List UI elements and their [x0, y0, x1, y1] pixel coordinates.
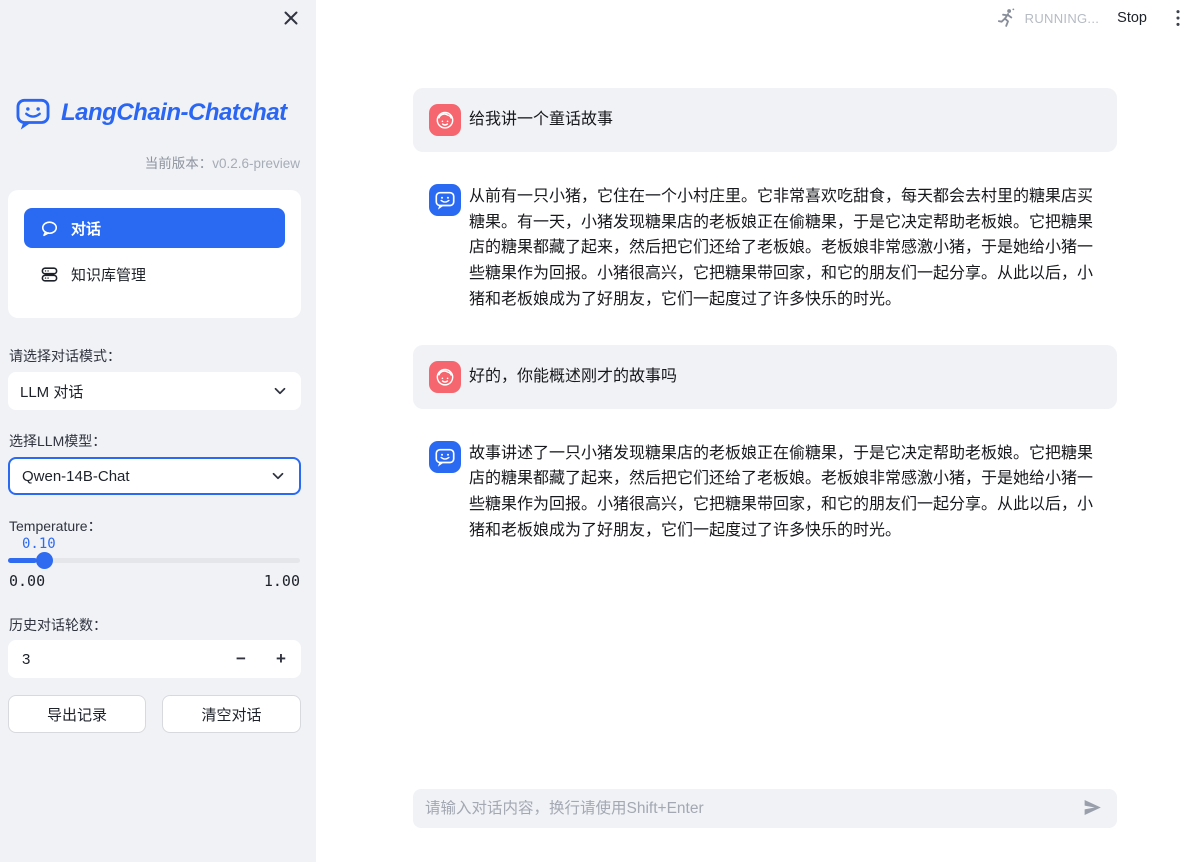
decrement-button[interactable]: − [221, 640, 261, 678]
dialog-mode-select[interactable]: LLM 对话 [8, 372, 301, 410]
app-window: LangChain-Chatchat 当前版本：v0.2.6-preview 对… [0, 0, 1199, 862]
chat-message-assistant: 故事讲述了一只小猪发现糖果店的老板娘正在偷糖果，于是它决定帮助老板娘。它把糖果店… [413, 441, 1117, 544]
app-logo: LangChain-Chatchat [14, 94, 287, 132]
version-label: 当前版本： [145, 156, 213, 171]
temperature-label: Temperature： [9, 516, 102, 536]
slider-range: 0.00 1.00 [9, 572, 300, 590]
temperature-value: 0.10 [22, 536, 56, 552]
chevron-down-icon [271, 382, 289, 400]
chat-bubble-icon [40, 219, 59, 238]
stop-button[interactable]: Stop [1117, 10, 1147, 26]
running-icon [995, 7, 1017, 29]
assistant-avatar [429, 184, 461, 216]
dialog-mode-value: LLM 对话 [20, 381, 83, 402]
chat-message-user: 好的，你能概述刚才的故事吗 [413, 345, 1117, 409]
send-icon [1082, 797, 1103, 818]
nav-item-dialogue[interactable]: 对话 [24, 208, 285, 248]
chat-area: 给我讲一个童话故事 从前有一只小猪，它住在一个小村庄里。它非常喜欢吃甜食，每天都… [413, 88, 1117, 575]
sidebar-close-button[interactable] [282, 9, 300, 27]
app-title: LangChain-Chatchat [61, 99, 287, 127]
slider-thumb[interactable] [36, 552, 53, 569]
history-rounds-value: 3 [22, 651, 30, 668]
chat-smiley-icon [434, 189, 456, 211]
face-icon [434, 366, 456, 388]
database-icon [40, 265, 59, 284]
assistant-avatar [429, 441, 461, 473]
status-text: RUNNING... [1025, 11, 1100, 26]
chat-input[interactable] [425, 800, 1079, 818]
chatchat-logo-icon [14, 94, 52, 132]
message-text: 故事讲述了一只小猪发现糖果店的老板娘正在偷糖果，于是它决定帮助老板娘。它把糖果店… [469, 441, 1101, 544]
export-records-button[interactable]: 导出记录 [8, 695, 146, 733]
send-button[interactable] [1079, 796, 1105, 822]
close-icon [282, 9, 300, 27]
version-info: 当前版本：v0.2.6-preview [145, 152, 300, 172]
user-avatar [429, 104, 461, 136]
chat-message-assistant: 从前有一只小猪，它住在一个小村庄里。它非常喜欢吃甜食，每天都会去村里的糖果店买糖… [413, 184, 1117, 313]
slider-max: 1.00 [264, 572, 300, 590]
nav-item-label: 知识库管理 [71, 264, 146, 285]
slider-fill [8, 558, 37, 563]
llm-model-label: 选择LLM模型： [9, 431, 106, 451]
history-rounds-input[interactable]: 3 − + [8, 640, 301, 678]
user-avatar [429, 361, 461, 393]
llm-model-select[interactable]: Qwen-14B-Chat [8, 457, 301, 495]
dialog-mode-label: 请选择对话模式： [9, 346, 121, 366]
nav-menu-card: 对话 知识库管理 [8, 190, 301, 318]
slider-min: 0.00 [9, 572, 45, 590]
message-text: 给我讲一个童话故事 [469, 110, 1101, 130]
clear-dialogue-button[interactable]: 清空对话 [162, 695, 301, 733]
nav-item-label: 对话 [71, 218, 101, 239]
chat-smiley-icon [434, 446, 456, 468]
history-rounds-label: 历史对话轮数： [9, 615, 107, 635]
increment-button[interactable]: + [261, 640, 301, 678]
chat-message-user: 给我讲一个童话故事 [413, 88, 1117, 152]
llm-model-value: Qwen-14B-Chat [22, 468, 130, 485]
temperature-slider[interactable] [8, 558, 300, 563]
version-value: v0.2.6-preview [212, 156, 300, 171]
nav-item-knowledge-base[interactable]: 知识库管理 [24, 254, 285, 294]
status-bar: RUNNING... Stop [995, 7, 1187, 29]
message-text: 好的，你能概述刚才的故事吗 [469, 367, 1101, 387]
face-icon [434, 109, 456, 131]
sidebar: LangChain-Chatchat 当前版本：v0.2.6-preview 对… [0, 0, 316, 862]
kebab-menu-icon[interactable] [1169, 8, 1187, 28]
chat-input-bar [413, 789, 1117, 828]
message-text: 从前有一只小猪，它住在一个小村庄里。它非常喜欢吃甜食，每天都会去村里的糖果店买糖… [469, 184, 1101, 313]
chevron-down-icon [269, 467, 287, 485]
